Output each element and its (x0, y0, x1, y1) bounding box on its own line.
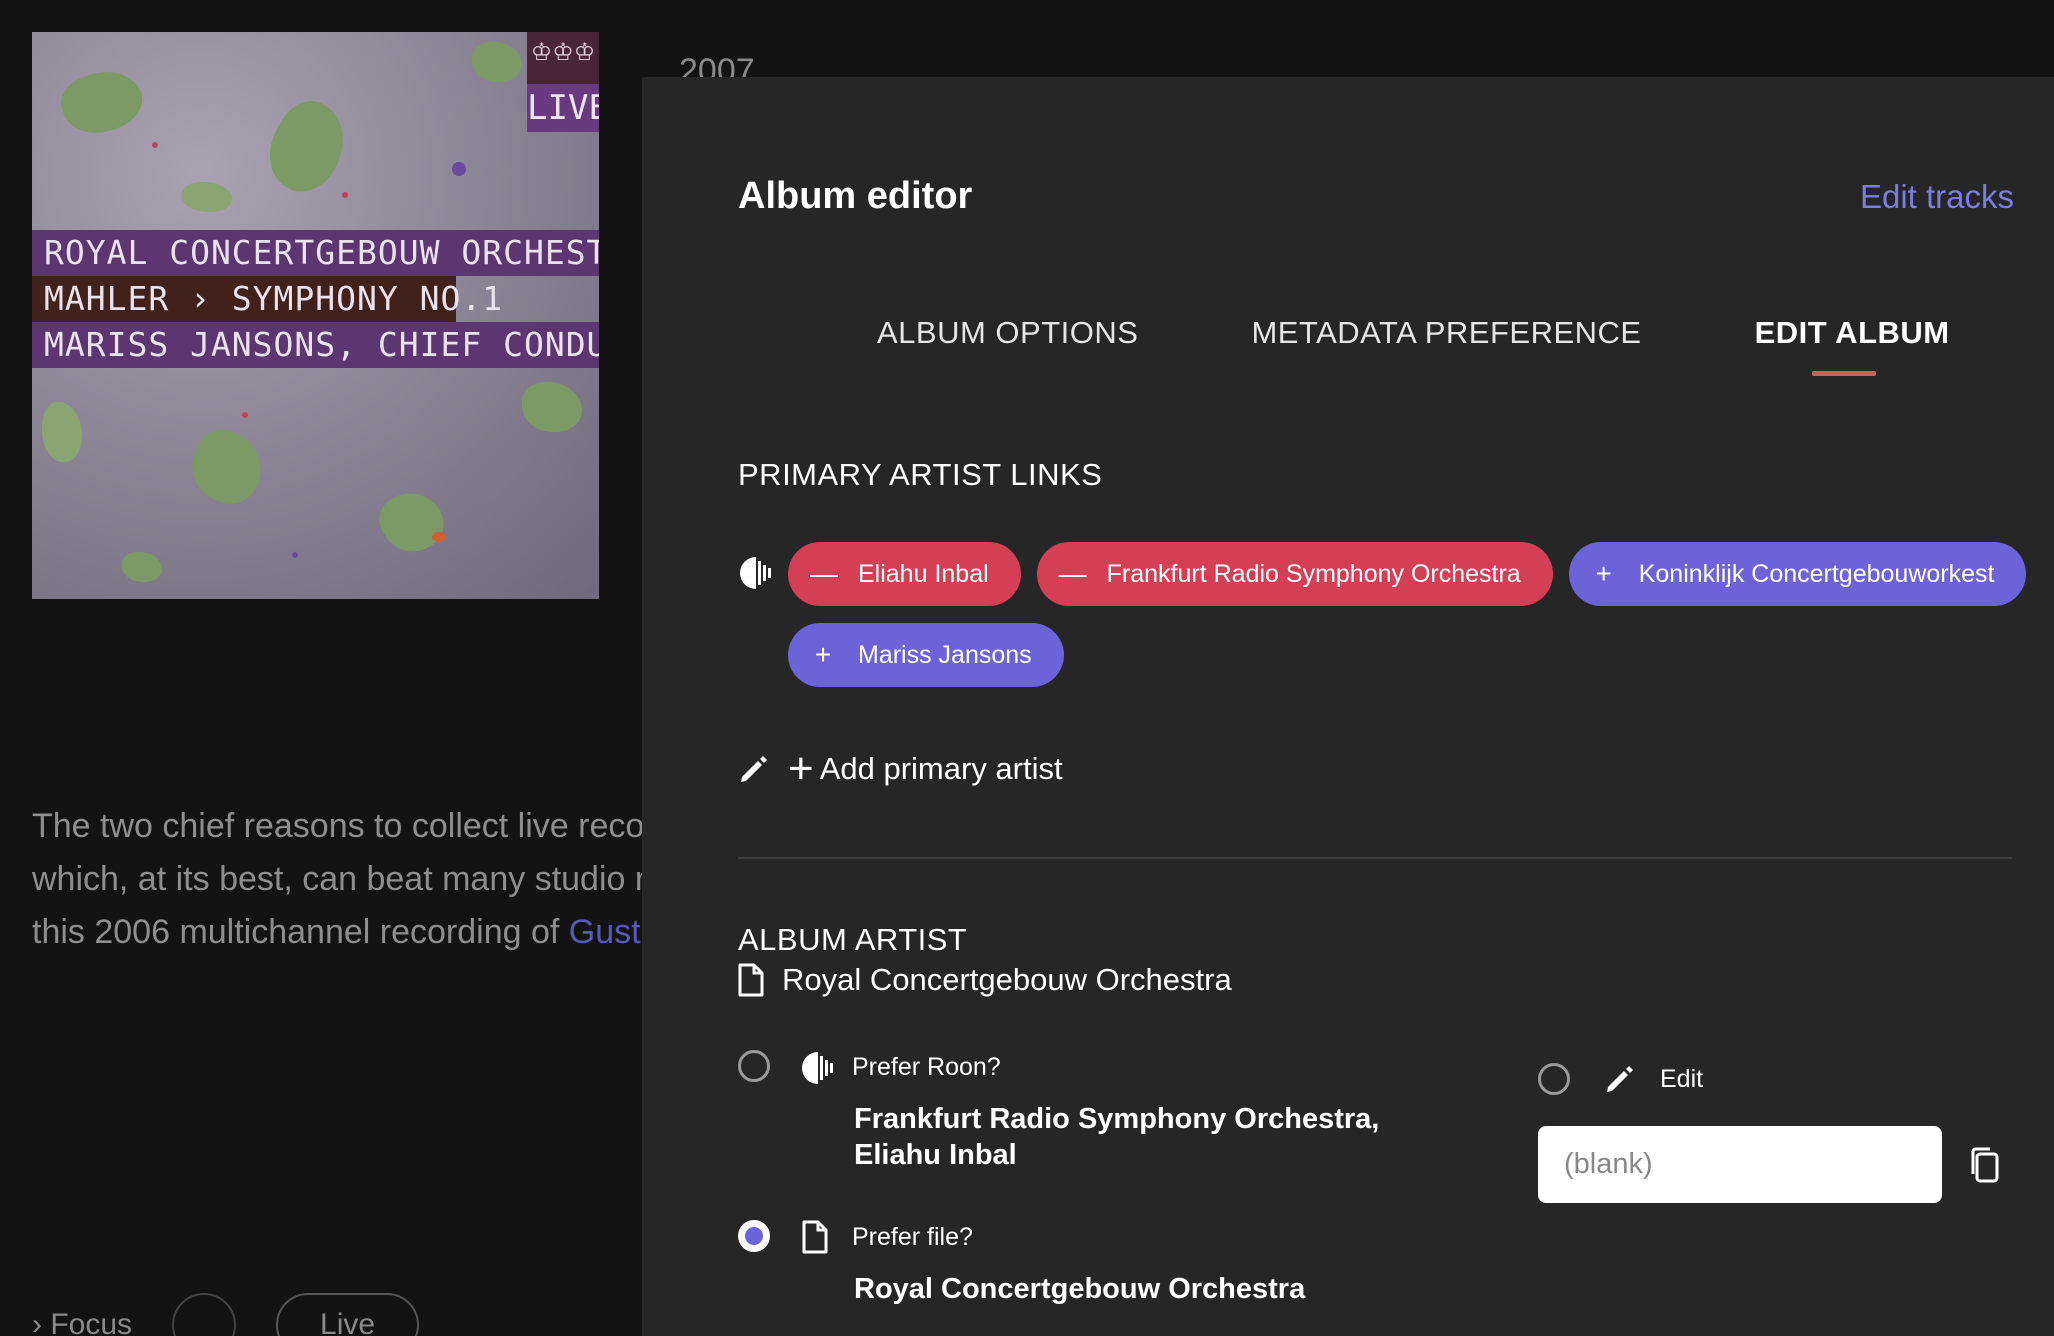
crown-icon: ♔♔♔ (530, 38, 596, 66)
prefer-roon-label: Prefer Roon? (852, 1053, 1001, 1081)
tab-edit-album[interactable]: EDIT ALBUM (1755, 315, 1950, 376)
minus-icon: — (1058, 558, 1087, 589)
plus-icon: + (1595, 558, 1612, 589)
copy-icon[interactable] (1970, 1146, 2000, 1184)
review-line: this 2006 multichannel recording of Gust (32, 913, 641, 951)
editor-tabs: ALBUM OPTIONS METADATA PREFERENCE EDIT A… (877, 315, 1950, 376)
tab-metadata-preference[interactable]: METADATA PREFERENCE (1251, 315, 1641, 351)
app-window: ♔♔♔ LIVE ROYAL CONCERTGEBOUW ORCHESTRA M… (0, 0, 2054, 1336)
roon-icon (738, 555, 774, 591)
album-artist-title: ALBUM ARTIST (738, 922, 968, 957)
add-primary-artist-button[interactable]: Add primary artist (820, 751, 1063, 787)
remove-artist-chip[interactable]: — Eliahu Inbal (788, 542, 1021, 606)
remove-artist-chip[interactable]: — Frankfurt Radio Symphony Orchestra (1036, 542, 1553, 606)
edit-tracks-link[interactable]: Edit tracks (1860, 178, 2014, 216)
prefer-file-label: Prefer file? (852, 1223, 973, 1251)
add-primary-artist-row: + Add primary artist (738, 747, 1063, 791)
plus-icon[interactable]: + (788, 747, 814, 791)
primary-artist-links-title: PRIMARY ARTIST LINKS (738, 457, 1103, 492)
section-divider (738, 857, 2012, 859)
prefer-roon-radio[interactable] (738, 1050, 770, 1082)
review-line: The two chief reasons to collect live re… (32, 807, 645, 845)
live-badge: ♔♔♔ LIVE (527, 32, 599, 132)
review-line: which, at its best, can beat many studio… (32, 860, 652, 898)
heart-icon[interactable] (172, 1293, 237, 1336)
add-artist-chip[interactable]: + Koninklijk Concertgebouworkest (1568, 542, 2027, 606)
file-icon (738, 963, 764, 997)
editor-title: Album editor (738, 175, 973, 217)
cover-conductor-text: MARISS JANSONS, CHIEF CONDUCTOR (32, 322, 599, 368)
prefer-file-radio[interactable] (738, 1220, 770, 1252)
album-cover: ♔♔♔ LIVE ROYAL CONCERTGEBOUW ORCHESTRA M… (32, 32, 599, 599)
tab-album-options[interactable]: ALBUM OPTIONS (877, 315, 1138, 351)
album-artist-file-value: Royal Concertgebouw Orchestra (738, 962, 1232, 998)
live-tag[interactable]: Live (276, 1293, 420, 1336)
album-artist-edit-input[interactable] (1538, 1126, 1942, 1203)
edit-label: Edit (1660, 1065, 1704, 1093)
primary-artist-chips: — Eliahu Inbal — Frankfurt Radio Symphon… (788, 542, 2027, 704)
minus-icon: — (810, 558, 838, 589)
cover-work-text: MAHLER › SYMPHONY NO.1 (32, 276, 502, 322)
plus-icon: + (814, 639, 832, 670)
prefer-file-value: Royal Concertgebouw Orchestra (854, 1273, 1306, 1305)
roon-icon (800, 1050, 836, 1086)
album-review: The two chief reasons to collect live re… (32, 800, 652, 959)
prefer-roon-value: Frankfurt Radio Symphony Orchestra, Elia… (854, 1103, 1380, 1171)
pencil-icon (738, 753, 770, 785)
add-artist-chip[interactable]: + Mariss Jansons (788, 623, 1064, 687)
pencil-icon (1604, 1063, 1636, 1095)
edit-radio[interactable] (1538, 1063, 1570, 1095)
composer-link[interactable]: Gust (569, 913, 641, 951)
album-actions: › Focus Live (32, 1293, 420, 1336)
focus-button[interactable]: › Focus (32, 1308, 132, 1336)
file-icon (802, 1220, 828, 1254)
cover-orchestra-text: ROYAL CONCERTGEBOUW ORCHESTRA (32, 230, 599, 276)
album-editor-panel: Album editor Edit tracks ALBUM OPTIONS M… (642, 77, 2054, 1336)
